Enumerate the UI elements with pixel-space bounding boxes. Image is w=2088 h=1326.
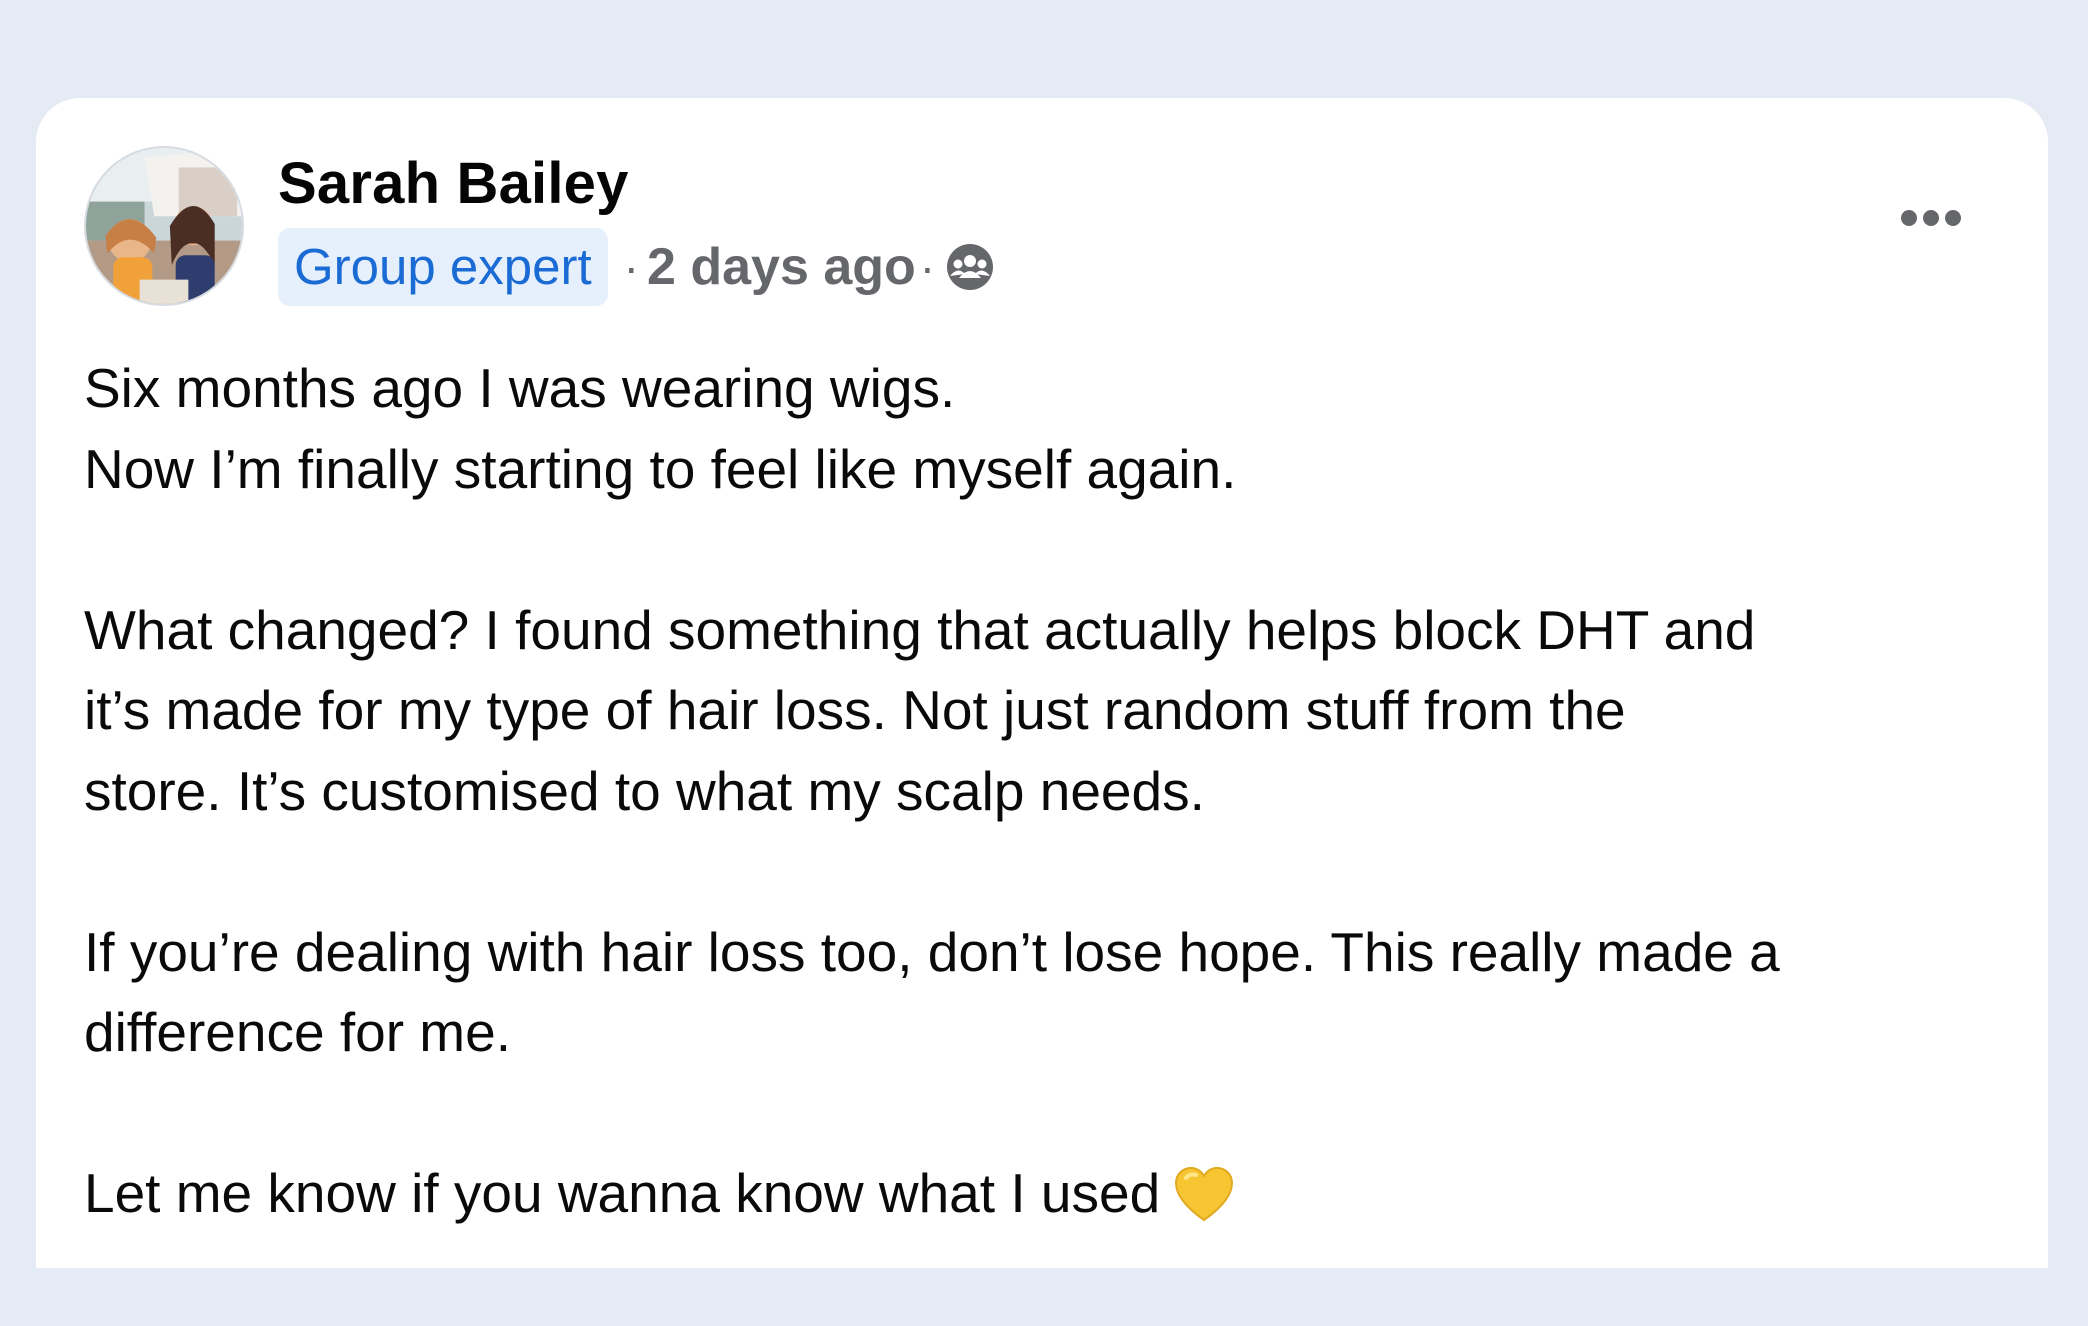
post-timestamp[interactable]: 2 days ago [647, 237, 916, 297]
post-paragraph: If you’re dealing with hair loss too, do… [84, 912, 2034, 1073]
post-text-line-content: Let me know if you wanna know what I use… [84, 1162, 1161, 1224]
more-options-icon [1901, 210, 1917, 226]
group-members-icon[interactable] [945, 242, 995, 292]
post-paragraph: Six months ago I was wearing wigs. Now I… [84, 348, 2034, 509]
more-options-button[interactable] [1886, 198, 1976, 238]
post-text-line: Now I’m finally starting to feel like my… [84, 437, 1237, 500]
more-options-icon [1923, 210, 1939, 226]
post-paragraph: Let me know if you wanna know what I use… [84, 1153, 2034, 1234]
post-meta: Group expert · 2 days ago · [278, 228, 995, 306]
meta-separator: · [623, 241, 639, 293]
post-card: Sarah Bailey Group expert · 2 days ago ·… [36, 98, 2048, 1268]
author-name[interactable]: Sarah Bailey [278, 150, 629, 217]
avatar-photo-icon [86, 148, 242, 304]
group-expert-badge[interactable]: Group expert [278, 228, 608, 306]
post-text-line: If you’re dealing with hair loss too, do… [84, 920, 1780, 983]
post-text-line: store. It’s customised to what my scalp … [84, 759, 1205, 822]
post-text-line: it’s made for my type of hair loss. Not … [84, 679, 1626, 741]
more-options-icon [1945, 210, 1961, 226]
post-text-line: Six months ago I was wearing wigs. [84, 357, 956, 419]
post-paragraph: What changed? I found something that act… [84, 590, 2034, 832]
post-text-line: Let me know if you wanna know what I use… [84, 1153, 2034, 1234]
author-avatar[interactable] [84, 146, 244, 306]
post-body: Six months ago I was wearing wigs. Now I… [84, 348, 2034, 1234]
yellow-heart-icon [1174, 1166, 1234, 1222]
meta-separator: · [919, 241, 936, 293]
post-text-line: What changed? I found something that act… [84, 598, 1756, 661]
post-text-line: difference for me. [84, 1001, 511, 1063]
